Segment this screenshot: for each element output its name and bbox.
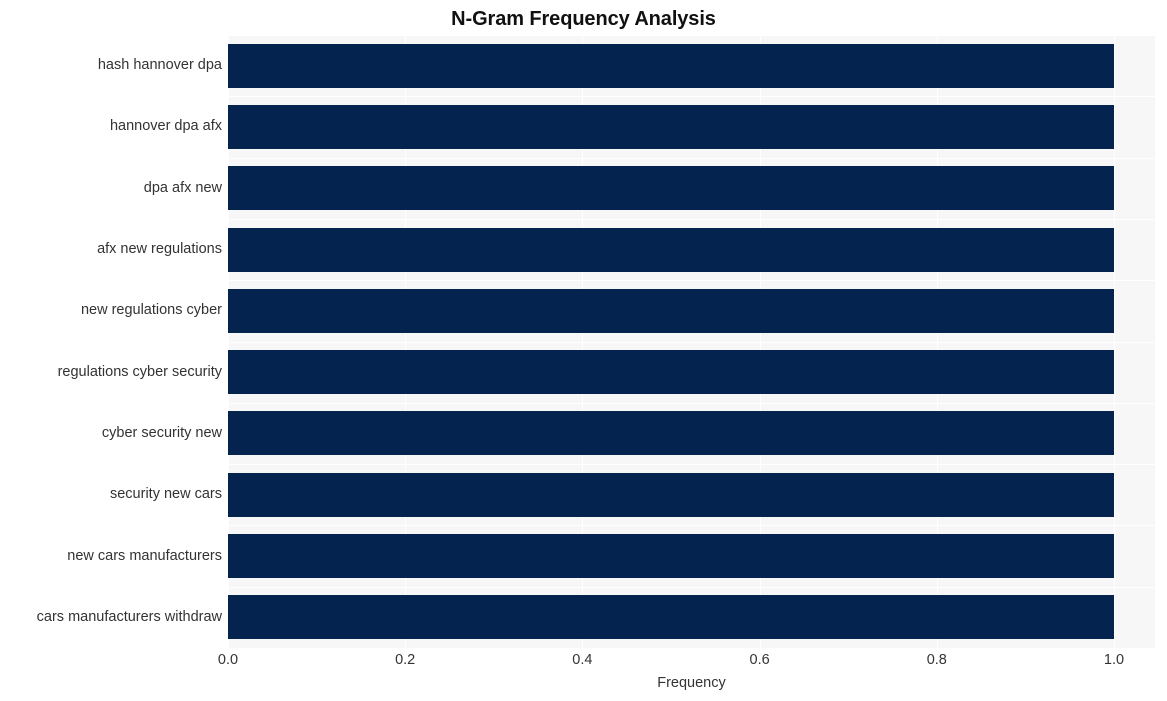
horizontal-gridline [228,158,1155,159]
bar-row [228,472,1155,517]
y-axis-tick-label: regulations cyber security [57,363,222,380]
horizontal-gridline [228,403,1155,404]
y-axis-tick-label: hannover dpa afx [109,118,222,135]
horizontal-gridline [228,35,1155,36]
y-axis-tick-label: security new cars [109,486,222,503]
horizontal-gridline [228,280,1155,281]
y-axis-tick-label: new regulations cyber [80,302,222,319]
horizontal-gridline [228,587,1155,588]
bar [228,227,1114,272]
y-axis-tick-label: cars manufacturers withdraw [36,608,222,625]
x-axis-tick-label: 0.2 [395,652,416,668]
bar-row [228,43,1155,88]
horizontal-gridline [228,464,1155,465]
bar-row [228,350,1155,395]
x-axis-tick-label: 0.4 [572,652,593,668]
bar [228,350,1114,395]
horizontal-gridline [228,219,1155,220]
bar [228,104,1114,149]
bar-row [228,227,1155,272]
y-axis-tick-label: hash hannover dpa [97,57,222,74]
bar [228,534,1114,579]
x-axis-tick-label: 0.6 [749,652,770,668]
bar-row [228,288,1155,333]
chart-figure: N-Gram Frequency Analysis hash hannover … [0,0,1167,701]
x-axis-tick-label: 1.0 [1103,652,1125,668]
x-axis-tick-label: 0.8 [926,652,947,668]
horizontal-gridline [228,96,1155,97]
horizontal-gridline [228,525,1155,526]
y-axis-tick-label: cyber security new [101,424,222,441]
x-axis-tick-label: 0.0 [217,652,239,668]
bar-row [228,534,1155,579]
bar-row [228,166,1155,211]
bar-row [228,595,1155,640]
plot-area [228,35,1155,648]
chart-title: N-Gram Frequency Analysis [451,8,716,30]
x-axis-label: Frequency [657,675,726,691]
bar [228,411,1114,456]
bar [228,43,1114,88]
y-axis-tick-label: new cars manufacturers [67,547,222,564]
bar [228,288,1114,333]
bar [228,472,1114,517]
y-axis-tick-label: dpa afx new [143,179,222,196]
bar [228,166,1114,211]
bar [228,595,1114,640]
y-axis-tick-label: afx new regulations [97,241,222,258]
horizontal-gridline [228,342,1155,343]
bar-row [228,104,1155,149]
bar-row [228,411,1155,456]
